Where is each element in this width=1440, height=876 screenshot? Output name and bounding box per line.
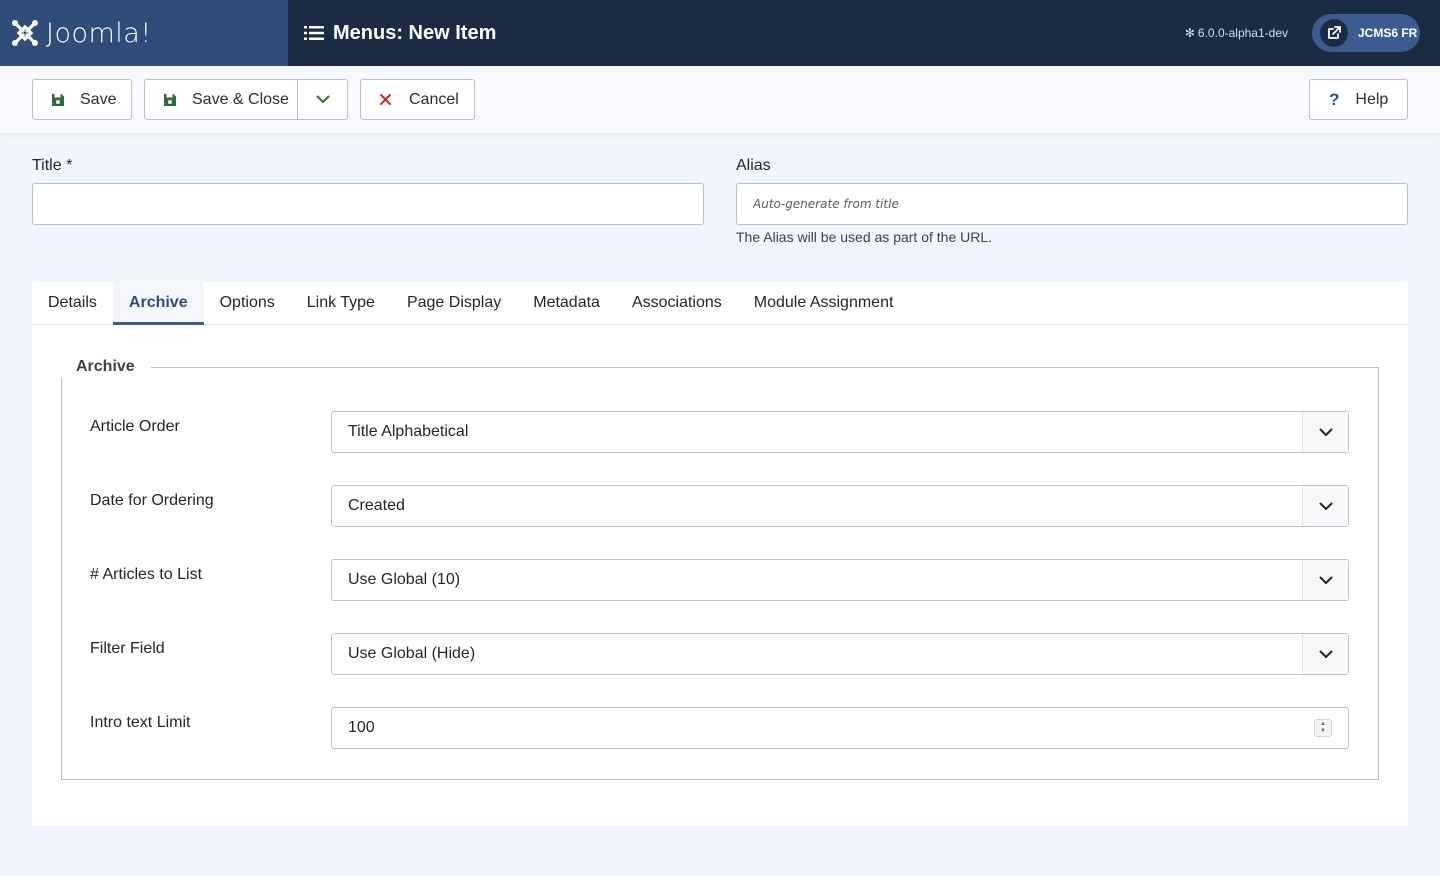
article-order-select[interactable]: Title Alphabetical [331, 411, 1349, 453]
save-close-button[interactable]: Save & Close [144, 79, 348, 120]
alias-input[interactable] [736, 183, 1408, 225]
version-info: ✻ 6.0.0-alpha1-dev [1185, 26, 1288, 40]
articles-to-list-select[interactable]: Use Global (10) [331, 559, 1349, 601]
question-icon: ? [1329, 89, 1340, 109]
tab-bar: Details Archive Options Link Type Page D… [32, 282, 1408, 325]
help-label: Help [1355, 90, 1389, 108]
article-order-value: Title Alphabetical [348, 423, 469, 440]
save-icon [51, 93, 65, 107]
chevron-down-icon [1302, 412, 1348, 452]
articles-to-list-value: Use Global (10) [348, 571, 461, 588]
brand-logo[interactable]: Joomla! [0, 0, 288, 66]
tab-options[interactable]: Options [204, 282, 291, 324]
number-spinner-icon[interactable]: ▲ ▼ [1314, 719, 1332, 737]
save-button[interactable]: Save [32, 79, 132, 120]
top-header: Joomla! Menus: New Item ✻ 6.0.0-alpha1-d… [0, 0, 1440, 66]
save-icon [163, 93, 177, 107]
cancel-label: Cancel [409, 90, 459, 108]
date-ordering-select[interactable]: Created [331, 485, 1349, 527]
toolbar: Save Save & Close Cancel ? Help [0, 66, 1440, 133]
joomla-logo-icon [12, 20, 38, 46]
tab-metadata[interactable]: Metadata [517, 282, 616, 324]
cancel-button[interactable]: Cancel [360, 79, 475, 120]
filter-field-label: Filter Field [90, 640, 165, 657]
save-close-label: Save & Close [192, 90, 289, 108]
external-link-icon [1320, 19, 1348, 47]
intro-text-limit-label: Intro text Limit [90, 714, 191, 731]
joomla-small-icon: ✻ [1184, 26, 1195, 40]
filter-field-value: Use Global (Hide) [348, 645, 476, 662]
filter-field-select[interactable]: Use Global (Hide) [331, 633, 1349, 675]
tab-page-display[interactable]: Page Display [391, 282, 517, 324]
page-title: Menus: New Item [333, 21, 497, 44]
title-label: Title * [32, 157, 73, 174]
date-ordering-label: Date for Ordering [90, 492, 214, 509]
intro-text-limit-value: 100 [348, 719, 375, 736]
title-input[interactable] [32, 183, 704, 225]
tab-archive[interactable]: Archive [112, 282, 204, 325]
article-order-label: Article Order [90, 418, 180, 435]
save-options-dropdown[interactable] [297, 80, 347, 119]
version-text: 6.0.0-alpha1-dev [1197, 26, 1288, 40]
brand-name: Joomla! [46, 17, 152, 49]
date-ordering-value: Created [348, 497, 405, 514]
chevron-down-icon [316, 95, 329, 103]
tab-link-type[interactable]: Link Type [291, 282, 391, 324]
help-button[interactable]: ? Help [1309, 79, 1408, 120]
view-site-button[interactable]: JCMS6 FR [1312, 14, 1420, 52]
chevron-down-icon [1302, 486, 1348, 526]
chevron-down-icon [1302, 560, 1348, 600]
archive-legend: Archive [60, 356, 151, 378]
list-icon [304, 26, 324, 40]
site-name: JCMS6 FR [1358, 26, 1418, 40]
alias-help-text: The Alias will be used as part of the UR… [736, 229, 993, 245]
intro-text-limit-input[interactable]: 100 ▲ ▼ [331, 707, 1349, 749]
articles-to-list-label: # Articles to List [90, 566, 203, 583]
tab-associations[interactable]: Associations [616, 282, 738, 324]
tab-module-assignment[interactable]: Module Assignment [738, 282, 910, 324]
save-label: Save [80, 90, 117, 108]
close-icon [380, 94, 391, 105]
tab-details[interactable]: Details [32, 282, 113, 324]
page-heading: Menus: New Item [304, 22, 496, 45]
alias-label: Alias [736, 157, 771, 174]
chevron-down-icon [1302, 634, 1348, 674]
